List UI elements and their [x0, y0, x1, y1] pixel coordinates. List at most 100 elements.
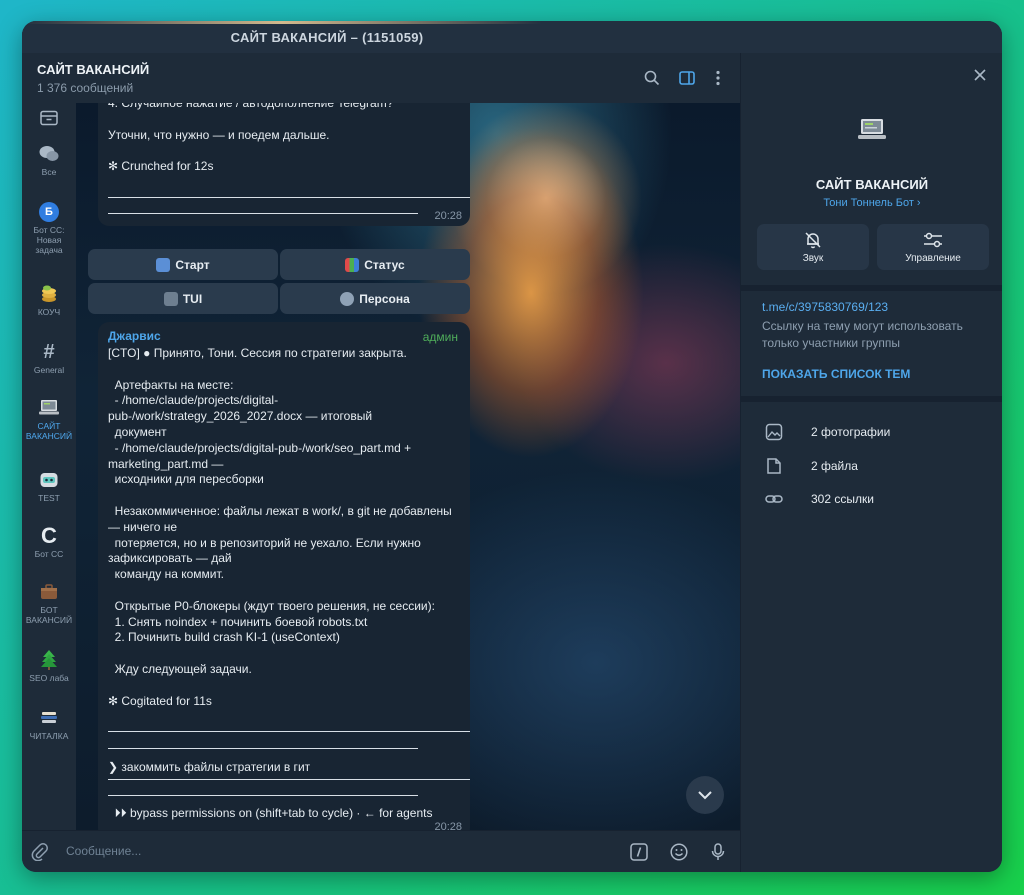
persona-button[interactable]: Персона: [280, 283, 470, 314]
title-bar: САЙТ ВАКАНСИЙ – (1151059): [22, 21, 1002, 53]
sidebar-item-reader[interactable]: ЧИТАЛКА: [22, 707, 76, 741]
person-icon: [340, 291, 355, 306]
play-icon: [156, 257, 171, 272]
button-label: Статус: [364, 257, 405, 272]
sidebar-toggle-icon[interactable]: [677, 68, 697, 88]
microphone-icon[interactable]: [708, 842, 728, 862]
tree-icon: [38, 649, 60, 671]
search-icon[interactable]: [642, 68, 662, 88]
sidebar-item-archive[interactable]: [22, 107, 76, 129]
footer-line: ⏵⏵ bypass permissions on (shift+tab to c…: [108, 806, 433, 820]
chat-title: САЙТ ВАКАНСИЙ: [37, 62, 150, 77]
message-line: команду на коммит.: [108, 567, 225, 582]
media-label: 302 ссылки: [811, 492, 874, 506]
message-line: pub-/work/strategy_2026_2027.docx — итог…: [108, 409, 373, 424]
sidebar-item-coach[interactable]: КОУЧ: [22, 283, 76, 317]
chat-messages-area[interactable]: 4. Случайное нажатие / автодополнение Te…: [76, 103, 740, 830]
divider: [108, 795, 418, 796]
app-window: САЙТ ВАКАНСИЙ – (1151059) САЙТ ВАКАНСИЙ …: [22, 21, 1002, 872]
bot-commands-icon[interactable]: [629, 842, 649, 862]
sidebar-item-label: Бот CC: [34, 549, 64, 559]
media-links-row[interactable]: 302 ссылки: [741, 484, 1002, 514]
laptop-icon: [38, 397, 60, 419]
more-menu-icon[interactable]: [708, 68, 728, 88]
media-label: 2 файла: [811, 459, 858, 473]
message-line: исходники для пересборки: [108, 472, 264, 487]
sidebar-item-label: КОУЧ: [37, 307, 61, 317]
bot-avatar-icon: Б: [38, 201, 60, 223]
start-button[interactable]: Старт: [88, 249, 278, 280]
message-line: ✻ Crunched for 12s: [108, 159, 214, 173]
divider: [741, 285, 1002, 291]
message-line: Открытые P0-блокеры (ждут твоего решения…: [108, 598, 435, 613]
button-label: TUI: [182, 291, 203, 306]
sound-label: Звук: [802, 253, 824, 264]
monitor-icon: [163, 291, 178, 306]
sidebar-item-seo-lab[interactable]: SEO лаба: [22, 649, 76, 683]
sidebar-item-vacancies-site[interactable]: САЙТ ВАКАНСИЙ: [22, 397, 76, 441]
manage-button[interactable]: Управление: [877, 224, 989, 270]
message-line: 1. Снять noindex + починить боевой robot…: [108, 614, 368, 629]
media-photos-row[interactable]: 2 фотографии: [741, 417, 1002, 447]
sidebar-item-test[interactable]: TEST: [22, 469, 76, 503]
hash-icon: #: [43, 340, 55, 363]
topic-link[interactable]: t.me/c/3975830769/123: [762, 300, 888, 314]
archive-icon: [38, 107, 60, 129]
manage-label: Управление: [905, 253, 961, 264]
message-bubble[interactable]: Джарвис админ [CTO] ● Принято, Тони. Сес…: [98, 322, 470, 830]
message-line: - /home/claude/projects/digital-pub-/wor…: [108, 440, 412, 455]
attach-icon[interactable]: [30, 842, 50, 862]
chats-icon: [38, 143, 60, 165]
message-line: Артефакты на месте:: [108, 377, 234, 392]
message-line: [CTO] ● Принято, Тони. Сессия по стратег…: [108, 346, 407, 360]
sidebar-item-bot-vacancies[interactable]: БОТ ВАКАНСИЙ: [22, 581, 76, 625]
message-line: - /home/claude/projects/digital-: [108, 393, 279, 408]
message-composer: Сообщение...: [22, 830, 740, 872]
sidebar-item-general[interactable]: # General: [22, 340, 76, 376]
sidebar-item-label: БОТ ВАКАНСИЙ: [25, 605, 73, 625]
group-avatar-laptop-icon: [857, 117, 887, 148]
sound-button[interactable]: Звук: [757, 224, 869, 270]
media-files-row[interactable]: 2 файла: [741, 451, 1002, 481]
message-line: документ: [108, 425, 167, 439]
sidebar-item-label: Все: [41, 167, 57, 177]
briefcase-icon: [38, 581, 60, 603]
sidebar-item-bot-cc[interactable]: C Бот CC: [22, 523, 76, 559]
books-icon: [38, 707, 60, 729]
sidebar-item-all[interactable]: Все: [22, 143, 76, 177]
message-line: Уточни, что нужно — и поедем дальше.: [108, 128, 330, 142]
link-description: Ссылку на тему могут использовать только…: [762, 319, 963, 350]
message-bubble[interactable]: 4. Случайное нажатие / автодополнение Te…: [98, 103, 470, 226]
window-title: САЙТ ВАКАНСИЙ – (1151059): [230, 30, 424, 45]
group-title: САЙТ ВАКАНСИЙ: [815, 177, 929, 192]
media-label: 2 фотографии: [811, 425, 891, 439]
message-line: Жду следующей задачи.: [108, 662, 252, 676]
show-topics-button[interactable]: ПОКАЗАТЬ СПИСОК ТЕМ: [762, 367, 910, 381]
coins-icon: [38, 283, 60, 305]
message-line: — ничего не: [108, 519, 178, 534]
sidebar-item-label: TEST: [38, 493, 60, 503]
message-line: ✻ Cogitated for 11s: [108, 693, 212, 708]
tui-button[interactable]: TUI: [88, 283, 278, 314]
message-line: Незакоммиченное: файлы лежат в work/, в …: [108, 504, 452, 518]
sender-name[interactable]: Джарвис: [108, 329, 161, 343]
status-button[interactable]: Статус: [280, 249, 470, 280]
sidebar-item-label: Бот CC: Новая задача: [33, 225, 65, 255]
message-line: marketing_part.md —: [108, 456, 224, 471]
message-count: 1 376 сообщений: [37, 81, 134, 95]
sidebar-item-label: SEO лаба: [29, 673, 69, 683]
divider: [108, 197, 470, 198]
sidebar-item-bot-cc-new-task[interactable]: Б Бот CC: Новая задача: [22, 201, 76, 255]
divider: [108, 748, 418, 749]
message-input[interactable]: Сообщение...: [66, 844, 141, 858]
bot-link[interactable]: Тони Тоннель Бот ›: [741, 197, 1002, 209]
message-line: 4. Случайное нажатие / автодополнение Te…: [108, 103, 394, 110]
chat-header[interactable]: САЙТ ВАКАНСИЙ 1 376 сообщений: [22, 53, 740, 104]
close-icon[interactable]: [973, 68, 987, 87]
sidebar-item-label: ЧИТАЛКА: [29, 731, 69, 741]
emoji-icon[interactable]: [669, 842, 689, 862]
message-line: потеряется, но и в репозиторий не уехало…: [108, 535, 421, 550]
scroll-down-button[interactable]: [686, 776, 724, 814]
message-line: 2. Починить build crash KI-1 (useContext…: [108, 630, 340, 645]
message-time: 20:28: [434, 210, 462, 222]
